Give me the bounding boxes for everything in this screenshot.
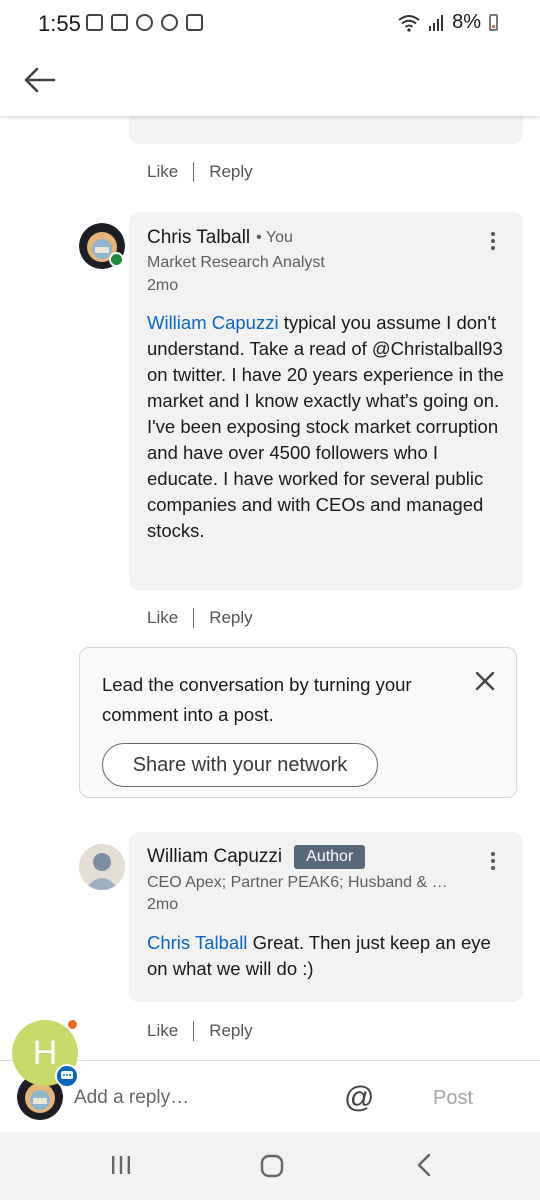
comment-text: William Capuzzi typical you assume I don…	[147, 310, 509, 544]
default-avatar-icon	[79, 844, 125, 890]
comment-thread[interactable]: Like Reply Chris Talball • You Market Re…	[0, 116, 540, 1060]
signal-icon	[429, 14, 444, 31]
mention-link[interactable]: Chris Talball	[147, 932, 247, 953]
notification-dot	[68, 1020, 77, 1029]
reply-button[interactable]: Reply	[209, 608, 252, 628]
notification-icons	[86, 14, 203, 31]
comment-actions: Like Reply	[147, 162, 253, 182]
recent-apps-icon[interactable]	[108, 1152, 134, 1178]
you-tag: • You	[256, 229, 293, 246]
author-headline: Market Research Analyst	[147, 254, 325, 271]
comment-author-line: Chris Talball • You	[147, 227, 293, 249]
more-options-icon[interactable]	[488, 230, 498, 252]
system-nav-bar	[0, 1132, 540, 1200]
wifi-icon	[398, 14, 420, 32]
comment-time: 2mo	[147, 277, 179, 294]
post-button[interactable]: Post	[433, 1087, 473, 1110]
divider	[193, 162, 195, 182]
comment-actions: Like Reply	[147, 1021, 253, 1041]
author-headline: CEO Apex; Partner PEAK6; Husband & …	[147, 874, 448, 891]
comment-actions: Like Reply	[147, 608, 253, 628]
gmail-icon	[111, 14, 128, 31]
online-status-dot	[109, 252, 124, 267]
divider	[193, 608, 195, 628]
comment-time: 2mo	[147, 896, 179, 913]
share-with-network-button[interactable]: Share with your network	[102, 743, 378, 787]
like-button[interactable]: Like	[147, 162, 178, 182]
status-bar: 1:55 8%	[0, 0, 540, 48]
author-badge: Author	[294, 845, 366, 869]
previous-comment-bubble	[129, 116, 523, 144]
back-nav-icon[interactable]	[412, 1152, 438, 1178]
reply-button[interactable]: Reply	[209, 162, 252, 182]
like-button[interactable]: Like	[147, 608, 178, 628]
reply-composer: Add a reply… @ Post	[0, 1060, 540, 1132]
app-bar	[0, 48, 540, 116]
avatar-william-capuzzi[interactable]	[79, 844, 125, 890]
reply-input[interactable]: Add a reply…	[74, 1087, 189, 1109]
status-time: 1:55	[38, 11, 81, 36]
prompt-text: Lead the conversation by turning your co…	[102, 674, 412, 725]
back-arrow-icon[interactable]	[20, 60, 60, 100]
comment-body: typical you assume I don't understand. T…	[147, 312, 504, 541]
gallery-icon	[186, 14, 203, 31]
more-options-icon[interactable]	[488, 850, 498, 872]
reply-button[interactable]: Reply	[209, 1021, 252, 1041]
status-right: 8%	[398, 11, 498, 34]
mention-link[interactable]: William Capuzzi	[147, 312, 279, 333]
share-prompt-card: Lead the conversation by turning your co…	[79, 647, 517, 798]
chrome-icon	[136, 14, 153, 31]
close-icon[interactable]	[474, 670, 496, 692]
author-name[interactable]: William Capuzzi	[147, 846, 282, 868]
message-bubble-icon	[55, 1064, 79, 1088]
like-button[interactable]: Like	[147, 1021, 178, 1041]
app-notification-icon	[86, 14, 103, 31]
comment-text: Chris Talball Great. Then just keep an e…	[147, 930, 509, 982]
author-name[interactable]: Chris Talball	[147, 227, 250, 249]
divider	[193, 1021, 195, 1041]
comment-author-line: William Capuzzi Author	[147, 845, 366, 869]
battery-icon	[489, 14, 498, 31]
home-icon[interactable]	[258, 1152, 286, 1180]
battery-percent: 8%	[452, 11, 481, 33]
mention-at-button[interactable]: @	[344, 1081, 374, 1115]
chrome-icon	[161, 14, 178, 31]
